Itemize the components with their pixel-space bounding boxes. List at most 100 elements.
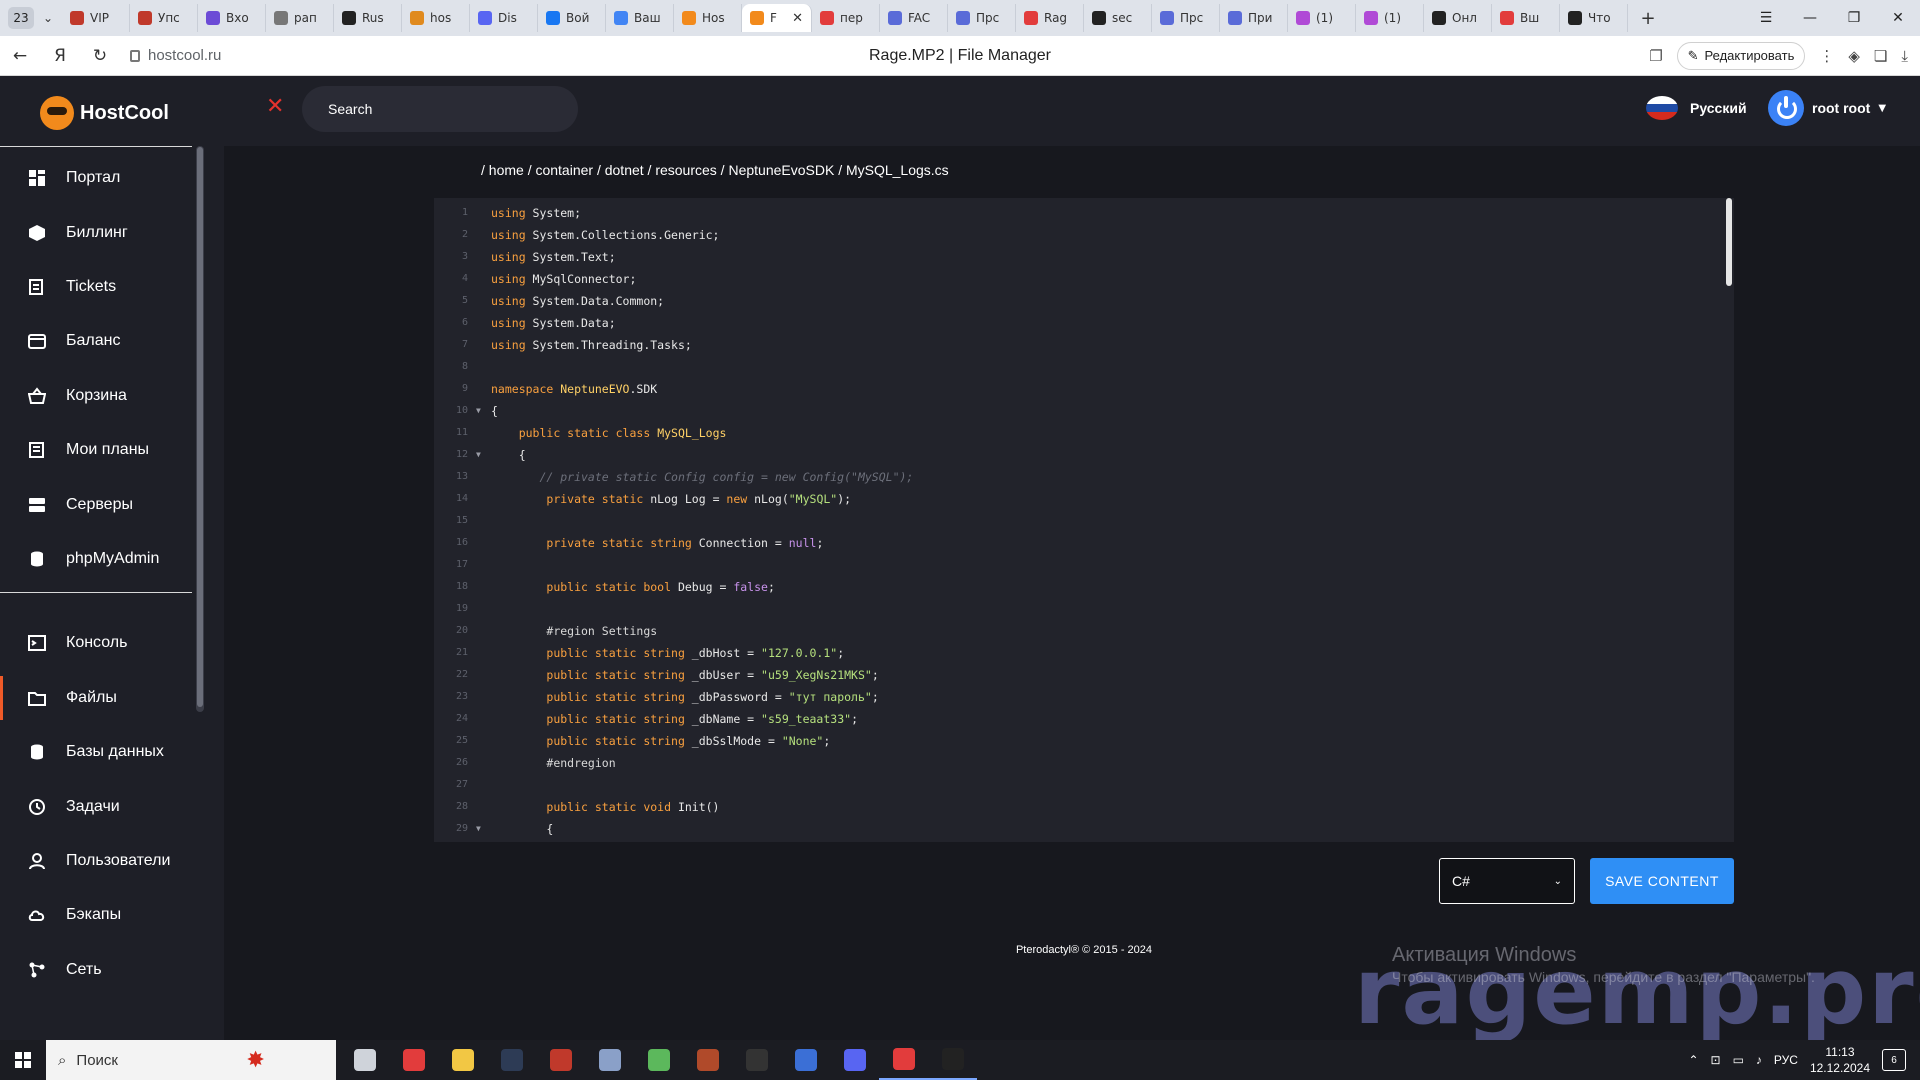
reload-button[interactable]: ↻ <box>80 46 120 66</box>
browser-tab[interactable]: Онл <box>1424 4 1492 32</box>
taskbar-app-winrar[interactable] <box>683 1040 732 1080</box>
network-icon[interactable]: ⊡ <box>1711 1053 1721 1067</box>
maximize-button[interactable]: ❐ <box>1832 10 1876 26</box>
taskbar-app-network[interactable] <box>585 1040 634 1080</box>
sidebar-item[interactable]: Консоль <box>0 621 196 665</box>
minimize-button[interactable]: — <box>1788 10 1832 26</box>
taskbar-app-explorer[interactable] <box>438 1040 487 1080</box>
taskbar-app-notepad[interactable] <box>634 1040 683 1080</box>
browser-tab[interactable]: Rus <box>334 4 402 32</box>
search-input[interactable] <box>328 101 552 117</box>
close-window-button[interactable]: ✕ <box>1876 10 1920 26</box>
browser-tab[interactable]: При <box>1220 4 1288 32</box>
sidebar-item[interactable]: Портал <box>0 156 196 200</box>
taskbar-app-yandex-browser[interactable] <box>879 1040 928 1080</box>
taskbar-search[interactable]: ⌕ ✸ <box>46 1040 336 1080</box>
browser-tab[interactable]: Вой <box>538 4 606 32</box>
close-tab-icon[interactable]: ✕ <box>792 11 803 26</box>
sidebar-item[interactable]: Пользователи <box>0 839 196 883</box>
browser-tab[interactable]: (1) <box>1288 4 1356 32</box>
code-token: public static bool <box>546 580 672 594</box>
sidebar-item[interactable]: Файлы <box>0 676 196 720</box>
sidebar-item[interactable]: Бэкапы <box>0 893 196 937</box>
sidebar-item[interactable]: Сеть <box>0 948 196 992</box>
download-icon[interactable]: ⤓ <box>1901 47 1908 65</box>
taskbar-app-epic-games[interactable] <box>732 1040 781 1080</box>
browser-tab[interactable]: Упс <box>130 4 198 32</box>
menu-icon[interactable]: ☰ <box>1744 10 1788 26</box>
sidebar-item[interactable]: Корзина <box>0 374 196 418</box>
browser-tab[interactable]: (1) <box>1356 4 1424 32</box>
save-content-button[interactable]: SAVE CONTENT <box>1590 858 1734 904</box>
yandex-icon[interactable]: Я <box>40 46 80 66</box>
shield-icon[interactable]: ◈ <box>1848 47 1860 65</box>
chevron-down-icon[interactable]: ⌄ <box>34 11 62 25</box>
language-selector[interactable]: Русский <box>1646 96 1747 120</box>
browser-tab[interactable]: VIP <box>62 4 130 32</box>
taskbar-search-input[interactable] <box>76 1051 237 1069</box>
taskbar-app-app[interactable] <box>781 1040 830 1080</box>
browser-tab[interactable]: Rag <box>1016 4 1084 32</box>
keyboard-language[interactable]: РУС <box>1774 1053 1798 1067</box>
sidebar-item[interactable]: Серверы <box>0 483 196 527</box>
close-sidebar-icon[interactable]: ✕ <box>266 94 284 119</box>
browser-tab[interactable]: hos <box>402 4 470 32</box>
back-button[interactable]: ← <box>0 46 40 66</box>
taskbar-app-console[interactable] <box>928 1040 977 1080</box>
bookmark-icon[interactable]: ❐ <box>1649 47 1662 65</box>
sidebar-item[interactable]: phpMyAdmin <box>0 537 196 581</box>
logo[interactable]: HostCool <box>40 96 169 130</box>
code-token: "u59_XegNs21MKS" <box>761 668 872 682</box>
url-field[interactable]: hostcool.ru <box>120 42 231 70</box>
new-tab-button[interactable]: + <box>1636 6 1660 30</box>
volume-icon[interactable]: ♪ <box>1756 1053 1762 1067</box>
chevron-up-icon[interactable]: ⌃ <box>1688 1053 1698 1067</box>
browser-tab-label: Прс <box>976 11 1000 25</box>
sidebar-item[interactable]: Базы данных <box>0 730 196 774</box>
code-token: ); <box>837 492 852 506</box>
browser-tab[interactable]: рап <box>266 4 334 32</box>
sidebar-item[interactable]: Баланс <box>0 319 196 363</box>
browser-tab[interactable]: F ✕ <box>742 4 812 32</box>
wifi-icon[interactable]: ▭ <box>1733 1053 1744 1067</box>
more-icon[interactable]: ⋮ <box>1819 47 1834 65</box>
tab-counter[interactable]: 23 <box>8 7 34 29</box>
syntax-language-select[interactable]: C# ⌄ <box>1439 858 1575 904</box>
notifications-button[interactable]: 6 <box>1882 1049 1906 1071</box>
sidebar-item[interactable]: Мои планы <box>0 428 196 472</box>
browser-tab[interactable]: пер <box>812 4 880 32</box>
fold-toggle-icon[interactable]: ▼ <box>476 400 481 422</box>
browser-tab[interactable]: FAC <box>880 4 948 32</box>
browser-tab[interactable]: Dis <box>470 4 538 32</box>
browser-tab[interactable]: Ваш <box>606 4 674 32</box>
taskbar-app-yandex[interactable] <box>389 1040 438 1080</box>
browser-tab[interactable]: Прс <box>948 4 1016 32</box>
taskbar-app-discord[interactable] <box>830 1040 879 1080</box>
editor-scrollbar[interactable] <box>1726 198 1732 286</box>
collections-icon[interactable]: ❏ <box>1874 47 1887 65</box>
browser-tab[interactable]: Hos <box>674 4 742 32</box>
sidebar-item[interactable]: Задачи <box>0 785 196 829</box>
sidebar-item[interactable]: Tickets <box>0 265 196 309</box>
favicon-icon <box>1432 11 1446 25</box>
user-menu[interactable]: root root ▼ <box>1768 90 1886 126</box>
clock[interactable]: 11:13 12.12.2024 <box>1810 1044 1870 1076</box>
line-number: 22 <box>455 669 468 680</box>
start-button[interactable] <box>0 1040 46 1080</box>
taskbar-app-task-view[interactable] <box>340 1040 389 1080</box>
fold-toggle-icon[interactable]: ▼ <box>476 444 481 466</box>
browser-tab[interactable]: sec <box>1084 4 1152 32</box>
search-field[interactable] <box>302 86 578 132</box>
browser-tab[interactable]: Вхо <box>198 4 266 32</box>
breadcrumb[interactable]: / home / container / dotnet / resources … <box>481 162 949 178</box>
fold-toggle-icon[interactable]: ▼ <box>476 818 481 840</box>
browser-tab[interactable]: Вш <box>1492 4 1560 32</box>
browser-tab[interactable]: Что <box>1560 4 1628 32</box>
edit-button[interactable]: ✎ Редактировать <box>1676 41 1806 70</box>
sidebar-item[interactable]: Биллинг <box>0 211 196 255</box>
taskbar-app-terminal[interactable] <box>487 1040 536 1080</box>
taskbar-app-filezilla[interactable] <box>536 1040 585 1080</box>
sidebar-scrollbar-thumb[interactable] <box>197 147 203 707</box>
browser-tab[interactable]: Прс <box>1152 4 1220 32</box>
code-editor[interactable]: 1 using System; 2 using System.Collections.… <box>434 198 1734 842</box>
